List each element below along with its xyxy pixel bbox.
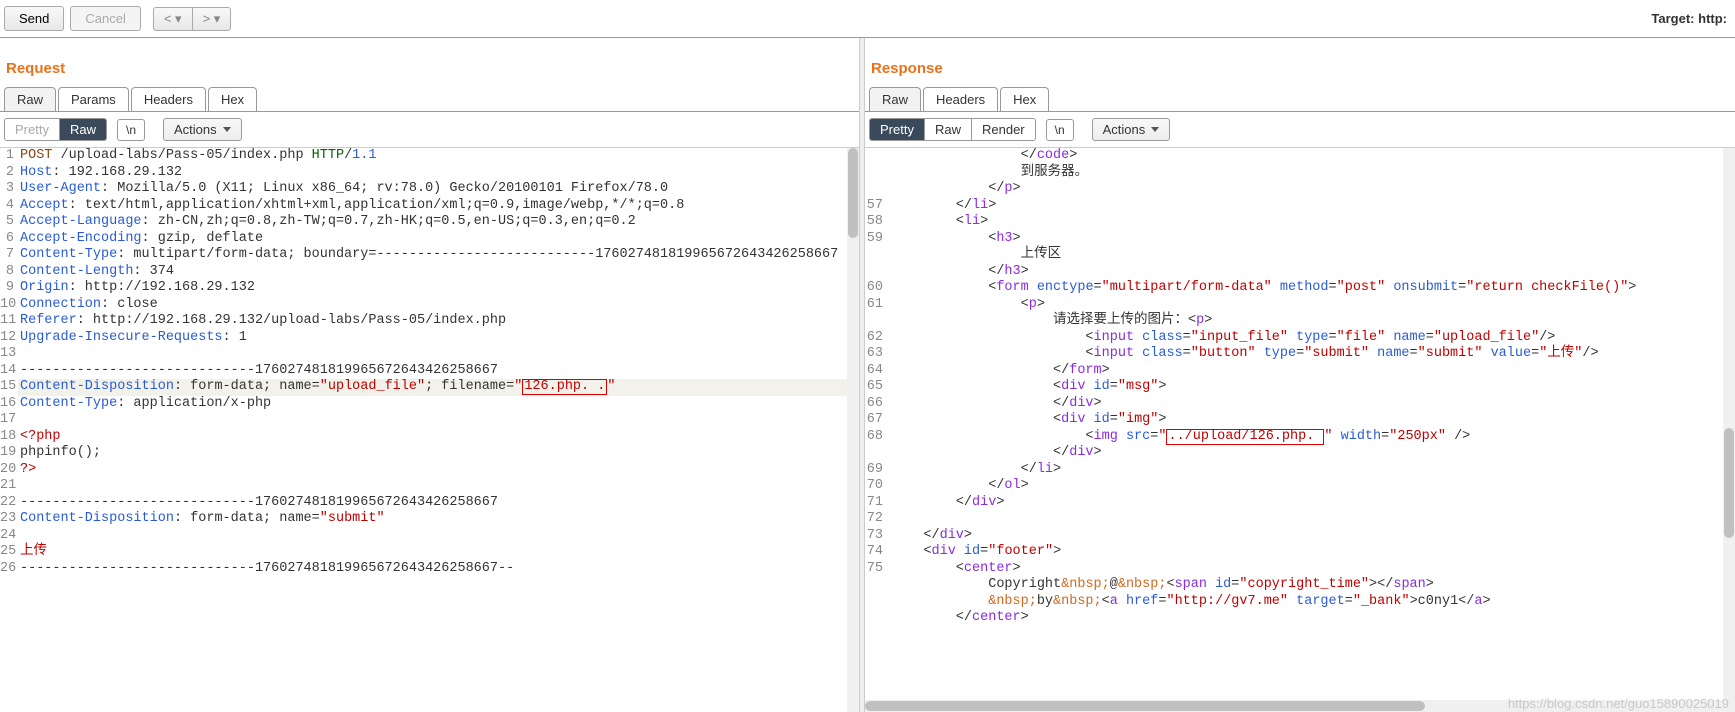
chevron-down-icon <box>223 127 231 132</box>
tab-hex[interactable]: Hex <box>208 87 257 111</box>
response-view-mode: Pretty Raw Render <box>869 118 1036 141</box>
main-split: Request Raw Params Headers Hex Pretty Ra… <box>0 38 1735 712</box>
response-pane: Response Raw Headers Hex Pretty Raw Rend… <box>865 38 1735 712</box>
request-editor[interactable]: 1234567891011121314151617181920212223242… <box>0 148 859 712</box>
history-nav: < ▾ > ▾ <box>153 7 231 31</box>
resp-view-raw[interactable]: Raw <box>925 119 972 140</box>
tab-params[interactable]: Params <box>58 87 129 111</box>
view-raw[interactable]: Raw <box>60 119 106 140</box>
target-label: Target: http: <box>1651 11 1731 26</box>
watermark: https://blog.csdn.net/guo15890025019 <box>1508 696 1729 712</box>
resp-linewrap-toggle[interactable]: \n <box>1046 119 1074 141</box>
send-button[interactable]: Send <box>4 6 64 31</box>
request-pane: Request Raw Params Headers Hex Pretty Ra… <box>0 38 859 712</box>
resp-tab-headers[interactable]: Headers <box>923 87 998 111</box>
resp-actions-dropdown[interactable]: Actions <box>1092 118 1171 141</box>
actions-dropdown[interactable]: Actions <box>163 118 242 141</box>
tab-raw[interactable]: Raw <box>4 87 56 111</box>
resp-scrollbar-vertical[interactable] <box>1723 148 1735 712</box>
linewrap-toggle[interactable]: \n <box>117 119 145 141</box>
request-tabs: Raw Params Headers Hex <box>0 87 859 111</box>
cancel-button: Cancel <box>70 6 140 31</box>
view-pretty[interactable]: Pretty <box>5 119 60 140</box>
chevron-down-icon <box>1151 127 1159 132</box>
resp-tab-hex[interactable]: Hex <box>1000 87 1049 111</box>
scrollbar-vertical[interactable] <box>847 148 859 712</box>
history-back-button[interactable]: < ▾ <box>153 7 192 31</box>
history-forward-button[interactable]: > ▾ <box>192 7 232 31</box>
response-title: Response <box>865 38 1735 87</box>
response-subbar: Pretty Raw Render \n Actions <box>865 111 1735 148</box>
request-view-mode: Pretty Raw <box>4 118 107 141</box>
response-editor[interactable]: 57585960616263646566676869707172737475 <… <box>865 148 1735 712</box>
response-tabs: Raw Headers Hex <box>865 87 1735 111</box>
resp-view-pretty[interactable]: Pretty <box>870 119 925 140</box>
request-title: Request <box>0 38 859 87</box>
tab-headers[interactable]: Headers <box>131 87 206 111</box>
top-toolbar: Send Cancel < ▾ > ▾ Target: http: <box>0 0 1735 38</box>
resp-tab-raw[interactable]: Raw <box>869 87 921 111</box>
request-subbar: Pretty Raw \n Actions <box>0 111 859 148</box>
resp-view-render[interactable]: Render <box>972 119 1035 140</box>
